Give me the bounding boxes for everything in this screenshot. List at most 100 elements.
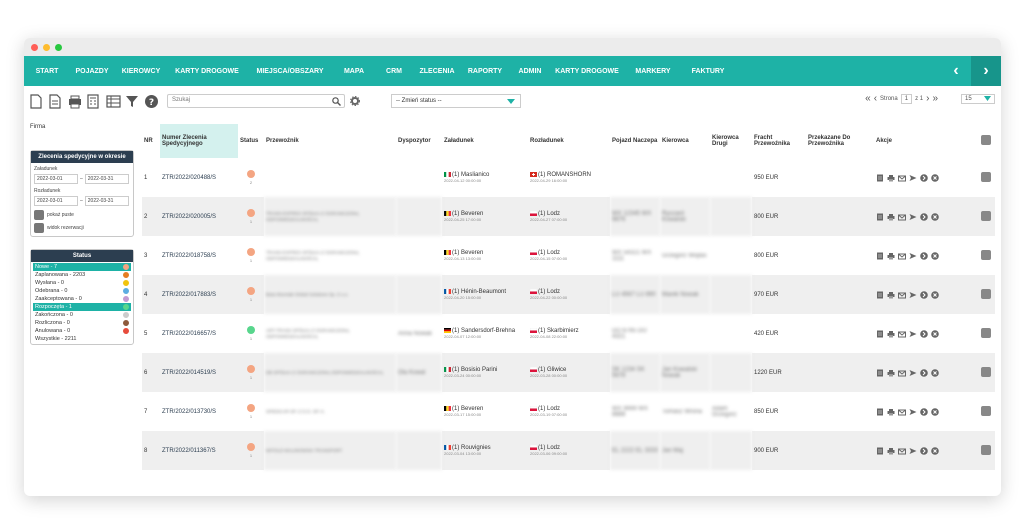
nav-item-admin[interactable]: ADMIN <box>510 68 550 75</box>
status-filter-item[interactable]: Zaplanowana - 2203 <box>33 271 131 279</box>
send-icon[interactable] <box>909 447 917 455</box>
forward-icon[interactable] <box>920 329 928 338</box>
send-icon[interactable] <box>909 330 917 338</box>
header-kierowca[interactable]: Kierowca <box>660 124 710 158</box>
document-icon[interactable] <box>876 252 884 260</box>
print-icon[interactable] <box>887 408 895 416</box>
header-przewoznik[interactable]: Przewoźnik <box>264 124 396 158</box>
email-icon[interactable] <box>898 252 906 260</box>
header-dyspozytor[interactable]: Dyspozytor <box>396 124 442 158</box>
table-row[interactable]: 5 ZTR/2022/016657/S 1 ART-TRANS SPÓŁKA Z… <box>142 314 995 353</box>
cancel-icon[interactable] <box>931 368 939 377</box>
forward-icon[interactable] <box>920 446 928 455</box>
status-filter-item[interactable]: Wysłana - 0 <box>33 279 131 287</box>
table-row[interactable]: 7 ZTR/2022/013730/S 1 SPEDICAR SP. Z O.O… <box>142 392 995 431</box>
send-icon[interactable] <box>909 174 917 182</box>
print-icon[interactable] <box>68 94 82 109</box>
cell-order-number[interactable]: ZTR/2022/017883/S <box>160 275 238 314</box>
forward-icon[interactable] <box>920 290 928 299</box>
status-change-select[interactable]: -- Zmień status -- <box>391 94 521 108</box>
header-fracht[interactable]: Fracht Przewoźnika <box>752 124 806 158</box>
document-icon[interactable] <box>876 213 884 221</box>
first-page-icon[interactable]: « <box>865 93 871 104</box>
status-filter-item[interactable]: Wszystkie - 2211 <box>33 335 131 343</box>
send-icon[interactable] <box>909 369 917 377</box>
table-row[interactable]: 8 ZTR/2022/011367/S 1 WITOLD MALINOWSKI … <box>142 431 995 470</box>
zoom-dot[interactable] <box>55 43 62 51</box>
status-filter-item[interactable]: Odebrana - 0 <box>33 287 131 295</box>
cell-order-number[interactable]: ZTR/2022/020488/S <box>160 158 238 197</box>
cancel-icon[interactable] <box>931 290 939 299</box>
email-icon[interactable] <box>898 213 906 221</box>
empty-checkbox[interactable] <box>34 210 44 220</box>
table-row[interactable]: 6 ZTR/2022/014519/S 1 DB SPÓŁKA Z OGRANI… <box>142 353 995 392</box>
nav-item-karty-drogowe[interactable]: KARTY DROGOWE <box>550 68 624 75</box>
calculator-icon[interactable] <box>87 93 101 109</box>
row-checkbox[interactable] <box>981 288 991 299</box>
nav-next-button[interactable]: › <box>971 56 1001 86</box>
row-checkbox[interactable] <box>981 405 991 416</box>
send-icon[interactable] <box>909 213 917 221</box>
zaladunek-from-input[interactable]: 2022-03-01 <box>34 174 78 184</box>
email-icon[interactable] <box>898 291 906 299</box>
cell-order-number[interactable]: ZTR/2022/018758/S <box>160 236 238 275</box>
rozladunek-to-input[interactable]: 2022-03-31 <box>84 196 129 206</box>
send-icon[interactable] <box>909 408 917 416</box>
cancel-icon[interactable] <box>931 212 939 221</box>
nav-item-markery[interactable]: MARKERY <box>624 68 682 75</box>
print-icon[interactable] <box>887 330 895 338</box>
print-icon[interactable] <box>887 252 895 260</box>
copy-doc-icon[interactable] <box>49 93 63 109</box>
header-zaladunek[interactable]: Załadunek <box>442 124 528 158</box>
nav-item-crm[interactable]: CRM <box>374 68 414 75</box>
forward-icon[interactable] <box>920 407 928 416</box>
print-icon[interactable] <box>887 447 895 455</box>
nav-item-karty-drogowe[interactable]: KARTY DROGOWE <box>168 68 246 75</box>
cell-order-number[interactable]: ZTR/2022/014519/S <box>160 353 238 392</box>
status-filter-item[interactable]: Nowe - 7 <box>33 263 131 271</box>
status-filter-item[interactable]: Rozliczona - 0 <box>33 319 131 327</box>
header-status[interactable]: Status <box>238 124 264 158</box>
table-view-icon[interactable] <box>106 94 121 109</box>
nav-item-miejsca-obszary[interactable]: MIEJSCA/OBSZARY <box>246 68 334 75</box>
forward-icon[interactable] <box>920 173 928 182</box>
email-icon[interactable] <box>898 174 906 182</box>
cancel-icon[interactable] <box>931 446 939 455</box>
forward-icon[interactable] <box>920 212 928 221</box>
select-all-checkbox[interactable] <box>981 135 991 145</box>
close-dot[interactable] <box>31 43 38 51</box>
document-icon[interactable] <box>876 408 884 416</box>
filter-icon[interactable] <box>125 94 139 109</box>
minimize-dot[interactable] <box>43 43 50 51</box>
header-rozladunek[interactable]: Rozładunek <box>528 124 610 158</box>
last-page-icon[interactable]: » <box>932 93 938 104</box>
row-checkbox[interactable] <box>981 327 991 338</box>
document-icon[interactable] <box>876 174 884 182</box>
nav-item-pojazdy[interactable]: POJAZDY <box>70 68 114 75</box>
nav-item-faktury[interactable]: FAKTURY <box>682 68 734 75</box>
new-doc-icon[interactable] <box>30 93 44 109</box>
row-checkbox[interactable] <box>981 171 991 182</box>
cell-order-number[interactable]: ZTR/2022/016657/S <box>160 314 238 353</box>
header-kierowca2[interactable]: Kierowca Drugi <box>710 124 752 158</box>
email-icon[interactable] <box>898 408 906 416</box>
table-row[interactable]: 3 ZTR/2022/018758/S 1 TRANS-EXPRES SPÓŁK… <box>142 236 995 275</box>
cancel-icon[interactable] <box>931 407 939 416</box>
email-icon[interactable] <box>898 330 906 338</box>
header-nr[interactable]: NR <box>142 124 160 158</box>
header-przekazane[interactable]: Przekazane Do Przewoźnika <box>806 124 874 158</box>
zaladunek-to-input[interactable]: 2022-03-31 <box>84 174 129 184</box>
row-checkbox[interactable] <box>981 366 991 377</box>
print-icon[interactable] <box>887 213 895 221</box>
forward-icon[interactable] <box>920 251 928 260</box>
nav-item-zlecenia[interactable]: ZLECENIA <box>414 68 460 75</box>
print-icon[interactable] <box>887 291 895 299</box>
per-page-select[interactable]: 15 <box>961 93 995 104</box>
nav-prev-button[interactable]: ‹ <box>941 56 971 86</box>
email-icon[interactable] <box>898 369 906 377</box>
cancel-icon[interactable] <box>931 329 939 338</box>
reserved-checkbox[interactable] <box>34 223 44 233</box>
cell-order-number[interactable]: ZTR/2022/013730/S <box>160 392 238 431</box>
search-input[interactable]: Szukaj <box>167 94 345 108</box>
next-page-icon[interactable]: › <box>926 93 929 104</box>
